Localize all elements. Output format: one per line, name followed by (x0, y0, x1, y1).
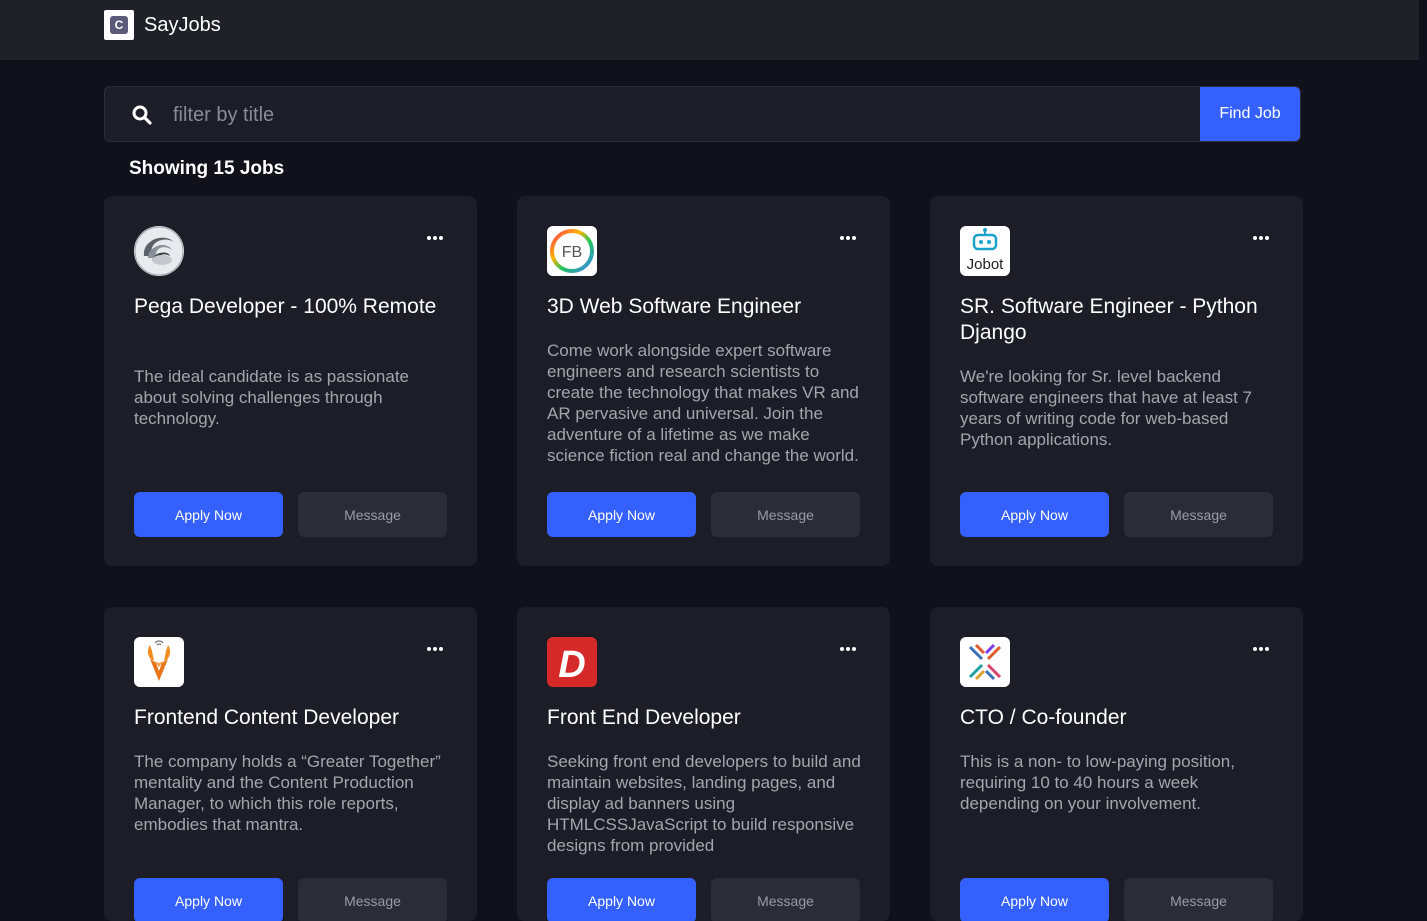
search-icon (132, 105, 152, 125)
more-options-icon[interactable] (427, 236, 443, 240)
job-description: The company holds a “Greater Together” m… (134, 752, 441, 834)
job-card[interactable]: Pega Developer - 100% Remote The ideal c… (104, 196, 477, 566)
jobot-robot-logo-icon: Jobot (960, 226, 1010, 276)
search-bar: Find Job (104, 86, 1301, 142)
brand-name: SayJobs (144, 13, 221, 36)
brand[interactable]: C SayJobs (104, 10, 221, 40)
job-title: Front End Developer (547, 706, 741, 729)
job-card[interactable]: Frontend Content Developer The company h… (104, 607, 477, 921)
fb-ring-logo-icon: FB (547, 226, 597, 276)
antelope-logo-icon (134, 637, 184, 687)
apply-now-button[interactable]: Apply Now (547, 492, 696, 537)
message-button[interactable]: Message (298, 878, 447, 921)
apply-now-button[interactable]: Apply Now (547, 878, 696, 921)
job-title: Frontend Content Developer (134, 706, 399, 729)
job-title: CTO / Co-founder (960, 706, 1127, 729)
results-count: Showing 15 Jobs (129, 158, 285, 179)
job-description: Come work alongside expert software engi… (547, 341, 859, 465)
message-button[interactable]: Message (298, 492, 447, 537)
message-button[interactable]: Message (711, 878, 860, 921)
brand-logo-icon: C (104, 10, 134, 40)
more-options-icon[interactable] (840, 647, 856, 651)
message-button[interactable]: Message (711, 492, 860, 537)
message-button[interactable]: Message (1124, 492, 1273, 537)
job-card[interactable]: Jobot SR. Software Engineer - Python Dja… (930, 196, 1303, 566)
job-card[interactable]: FB 3D Web Software Engineer Come work al… (517, 196, 890, 566)
scrollbar[interactable] (1419, 0, 1427, 921)
job-title: SR. Software Engineer - Python Django (960, 295, 1258, 344)
more-options-icon[interactable] (1253, 236, 1269, 240)
svg-text:Jobot: Jobot (967, 256, 1005, 273)
more-options-icon[interactable] (840, 236, 856, 240)
message-button[interactable]: Message (1124, 878, 1273, 921)
job-title: Pega Developer - 100% Remote (134, 295, 437, 318)
pega-swirl-logo-icon (134, 226, 184, 276)
job-title: 3D Web Software Engineer (547, 295, 802, 318)
search-input[interactable] (171, 87, 1195, 141)
job-description: We're looking for Sr. level backend soft… (960, 367, 1253, 449)
apply-now-button[interactable]: Apply Now (960, 878, 1109, 921)
apply-now-button[interactable]: Apply Now (134, 878, 283, 921)
job-card[interactable]: D Front End Developer Seeking front end … (517, 607, 890, 921)
find-job-button[interactable]: Find Job (1200, 87, 1300, 141)
job-description: Seeking front end developers to build an… (547, 752, 861, 855)
top-navbar: C SayJobs (0, 0, 1427, 60)
svg-text:FB: FB (562, 244, 582, 261)
apply-now-button[interactable]: Apply Now (960, 492, 1109, 537)
svg-text:D: D (558, 644, 585, 686)
more-options-icon[interactable] (1253, 647, 1269, 651)
job-description: This is a non- to low-paying position, r… (960, 752, 1235, 813)
more-options-icon[interactable] (427, 647, 443, 651)
job-card[interactable]: CTO / Co-founder This is a non- to low-p… (930, 607, 1303, 921)
cross-arrows-logo-icon (960, 637, 1010, 687)
apply-now-button[interactable]: Apply Now (134, 492, 283, 537)
job-description: The ideal candidate is as passionate abo… (134, 367, 410, 428)
red-d-logo-icon: D (547, 637, 597, 687)
